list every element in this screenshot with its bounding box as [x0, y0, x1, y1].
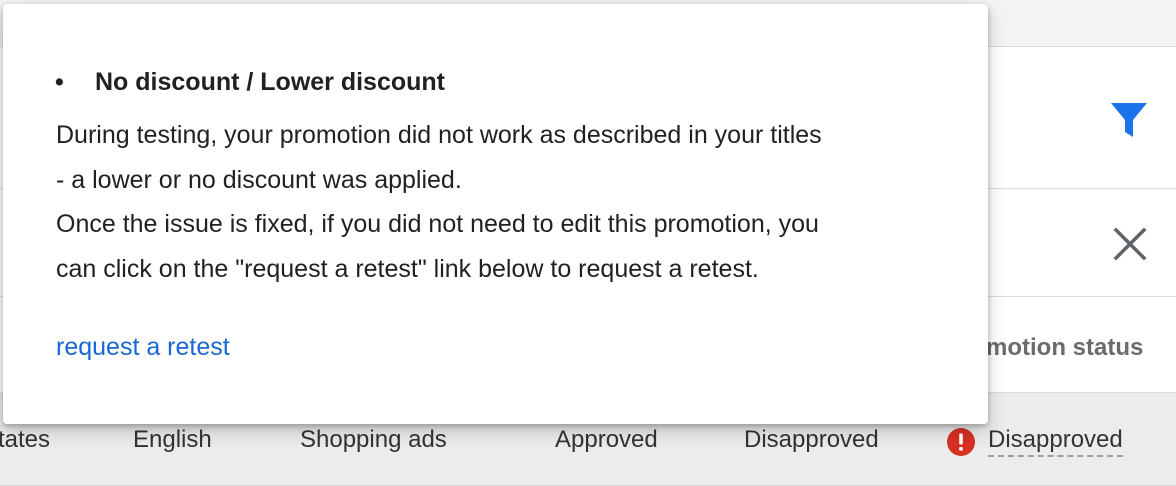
table-cell-approved: Approved: [555, 426, 658, 453]
promotion-status-column-header[interactable]: motion status: [986, 334, 1143, 362]
request-retest-link[interactable]: request a retest: [56, 333, 230, 362]
filter-icon[interactable]: [1108, 100, 1150, 140]
issue-description-line: - a lower or no discount was applied.: [56, 165, 462, 194]
table-cell-destination: Shopping ads: [300, 426, 447, 453]
issue-description: During testing, your promotion did not w…: [56, 113, 956, 291]
bullet: •: [55, 68, 64, 96]
close-icon[interactable]: [1108, 222, 1152, 266]
issue-description-line: can click on the "request a retest" link…: [56, 254, 759, 283]
issue-title-text: No discount / Lower discount: [95, 68, 445, 96]
table-cell-language: English: [133, 426, 212, 453]
table-cell-disapproved: Disapproved: [744, 426, 879, 453]
promotion-status-link[interactable]: Disapproved: [988, 426, 1123, 457]
issue-popover: • No discount / Lower discount During tes…: [3, 4, 988, 424]
issue-description-line: Once the issue is fixed, if you did not …: [56, 210, 819, 238]
issue-description-line: During testing, your promotion did not w…: [56, 121, 822, 149]
table-cell-location: tates: [0, 426, 51, 453]
alert-icon: [947, 428, 975, 456]
issue-title: • No discount / Lower discount: [55, 68, 445, 97]
